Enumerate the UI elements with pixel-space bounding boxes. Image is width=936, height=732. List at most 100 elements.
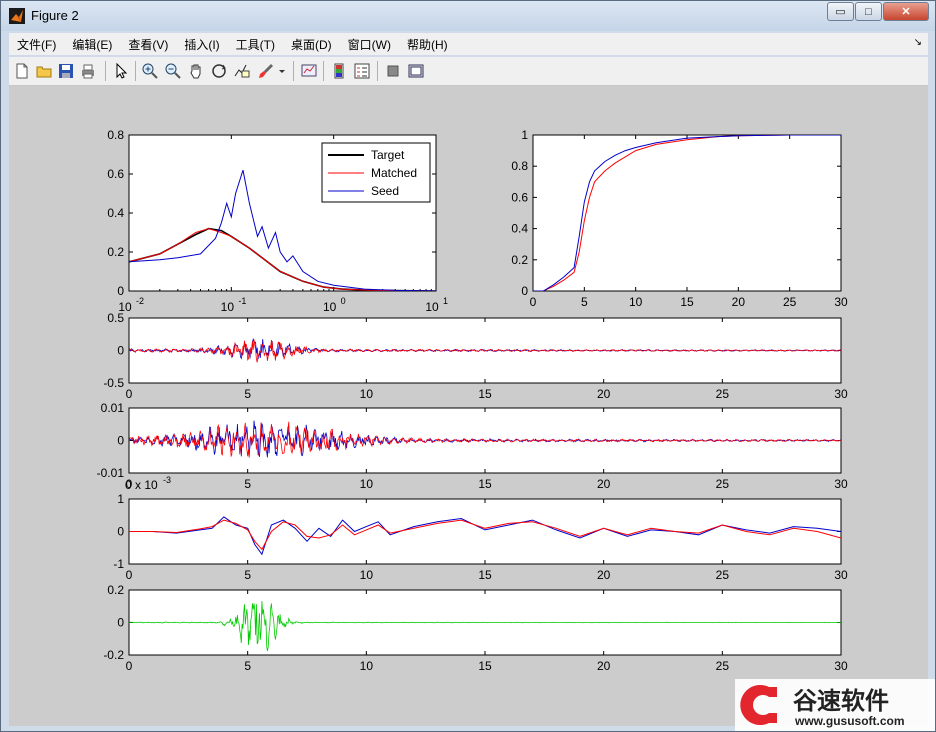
y-tick-label: -0.5 xyxy=(103,376,124,390)
x-tick-label: 20 xyxy=(597,477,611,491)
y-tick-label: 1 xyxy=(521,128,528,142)
x-tick-label: 25 xyxy=(716,568,730,582)
x-tick-label: 20 xyxy=(597,659,611,673)
show-plot-tools-icon[interactable] xyxy=(407,62,425,80)
y-tick-label: 0 xyxy=(117,344,124,358)
y-tick-label: 0.4 xyxy=(511,222,528,236)
x-tick-label: 0 xyxy=(126,568,133,582)
menu-window[interactable]: 窗口(W) xyxy=(340,36,399,53)
x-tick-label: 15 xyxy=(478,659,492,673)
pan-hand-icon[interactable] xyxy=(187,62,205,80)
menu-file[interactable]: 文件(F) xyxy=(9,36,64,53)
axis-multiplier: 0 x 10 xyxy=(125,478,158,492)
x-tick-label: 10 xyxy=(425,300,439,314)
x-tick-label: 25 xyxy=(783,295,797,309)
axes-2: 00.20.40.60.810 5 10 15 20 25 30 xyxy=(511,128,848,309)
y-tick-label: 0 xyxy=(117,434,124,448)
figure-canvas: 0 0.2 0.4 0.6 0.8 10 -2 10 -1 10 0 10 1 Target Matched… xyxy=(9,86,928,726)
x-tick-label: 0 xyxy=(126,659,133,673)
legend: Target Matched Seed xyxy=(321,142,431,203)
matlab-logo-icon xyxy=(9,8,25,24)
x-tick-exponent: -1 xyxy=(238,296,246,306)
new-figure-icon[interactable] xyxy=(13,62,31,80)
axis-multiplier-exponent: -3 xyxy=(163,475,171,485)
y-tick-label: -0.2 xyxy=(103,648,124,662)
hide-plot-tools-icon[interactable] xyxy=(384,62,402,80)
figure-window: Figure 2 ▭ □ ✕ 文件(F) 编辑(E) 查看(V) 插入(I) 工… xyxy=(0,0,936,732)
minimize-button[interactable]: ▭ xyxy=(827,2,854,21)
watermark: 谷速软件 www.gususoft.com xyxy=(735,679,935,731)
y-tick-label: 0 xyxy=(521,284,528,298)
menu-tools[interactable]: 工具(T) xyxy=(228,36,283,53)
x-tick-label: 15 xyxy=(680,295,694,309)
x-tick-label: 10 xyxy=(360,477,374,491)
menu-overflow-icon[interactable]: ↘ xyxy=(914,37,922,48)
y-tick-label: 1 xyxy=(117,492,124,506)
maximize-button[interactable]: □ xyxy=(855,2,882,21)
rotate-3d-icon[interactable] xyxy=(210,62,228,80)
y-tick-label: 0.2 xyxy=(107,583,124,597)
window-title: Figure 2 xyxy=(31,8,79,23)
y-tick-label: 0.6 xyxy=(107,167,124,181)
y-tick-label: 0 xyxy=(117,284,124,298)
x-tick-label: 5 xyxy=(244,659,251,673)
x-tick-label: 30 xyxy=(834,568,848,582)
x-tick-label: 10 xyxy=(629,295,643,309)
save-icon[interactable] xyxy=(57,62,75,80)
x-tick-label: 15 xyxy=(478,477,492,491)
menu-view[interactable]: 查看(V) xyxy=(120,36,176,53)
x-tick-label: 0 xyxy=(126,387,133,401)
x-tick-label: 5 xyxy=(244,477,251,491)
x-tick-label: 10 xyxy=(323,300,337,314)
x-tick-label: 20 xyxy=(597,568,611,582)
x-tick-label: 5 xyxy=(244,387,251,401)
y-tick-label: 0.2 xyxy=(107,245,124,259)
y-tick-label: 0.8 xyxy=(107,128,124,142)
print-icon[interactable] xyxy=(79,62,97,80)
zoom-in-icon[interactable] xyxy=(141,62,159,80)
menu-edit[interactable]: 编辑(E) xyxy=(64,36,120,53)
menu-insert[interactable]: 插入(I) xyxy=(176,36,227,53)
x-tick-label: 30 xyxy=(834,387,848,401)
legend-label-seed: Seed xyxy=(371,184,399,198)
x-tick-label: 30 xyxy=(834,477,848,491)
x-tick-exponent: -2 xyxy=(136,296,144,306)
brush-icon[interactable] xyxy=(257,62,275,80)
link-plot-icon[interactable] xyxy=(300,62,318,80)
data-cursor-icon[interactable] xyxy=(233,62,251,80)
menu-help[interactable]: 帮助(H) xyxy=(399,36,456,53)
y-tick-label: 0.5 xyxy=(107,311,124,325)
menu-desktop[interactable]: 桌面(D) xyxy=(283,36,340,53)
close-button[interactable]: ✕ xyxy=(883,2,929,21)
x-tick-label: 25 xyxy=(716,659,730,673)
legend-icon[interactable] xyxy=(353,62,371,80)
pointer-icon[interactable] xyxy=(112,62,130,80)
x-tick-label: 0 xyxy=(530,295,537,309)
plot-area: 00.20.40.60.810 -2 10 -1 10 0 10 1TargetMatched… xyxy=(9,86,928,726)
x-tick-exponent: 0 xyxy=(341,296,346,306)
zoom-out-icon[interactable] xyxy=(164,62,182,80)
title-bar[interactable]: Figure 2 ▭ □ ✕ xyxy=(1,1,935,31)
x-tick-label: 20 xyxy=(597,387,611,401)
watermark-url: www.gususoft.com xyxy=(794,714,905,728)
watermark-text: 谷速软件 xyxy=(793,687,889,715)
y-tick-label: 0.4 xyxy=(107,206,124,220)
y-tick-label: 0.6 xyxy=(511,190,528,204)
y-tick-label: -1 xyxy=(113,557,124,571)
axes-1: 00.20.40.60.810 -2 10 -1 10 0 10 1TargetMatched… xyxy=(107,128,448,314)
x-tick-label: 5 xyxy=(244,568,251,582)
colorbar-icon[interactable] xyxy=(330,62,348,80)
x-tick-label: 10 xyxy=(221,300,235,314)
x-tick-label: 20 xyxy=(732,295,746,309)
x-tick-label: 30 xyxy=(834,659,848,673)
x-tick-label: 10 xyxy=(360,568,374,582)
y-tick-label: 0 xyxy=(117,616,124,630)
x-tick-label: 10 xyxy=(360,659,374,673)
toolbar xyxy=(9,57,928,86)
menu-bar: 文件(F) 编辑(E) 查看(V) 插入(I) 工具(T) 桌面(D) 窗口(W… xyxy=(9,33,928,55)
open-file-icon[interactable] xyxy=(35,62,53,80)
y-tick-label: -0.01 xyxy=(97,466,125,480)
x-tick-label: 30 xyxy=(834,295,848,309)
brush-dropdown-icon[interactable] xyxy=(277,62,287,80)
axes-box xyxy=(532,134,842,292)
